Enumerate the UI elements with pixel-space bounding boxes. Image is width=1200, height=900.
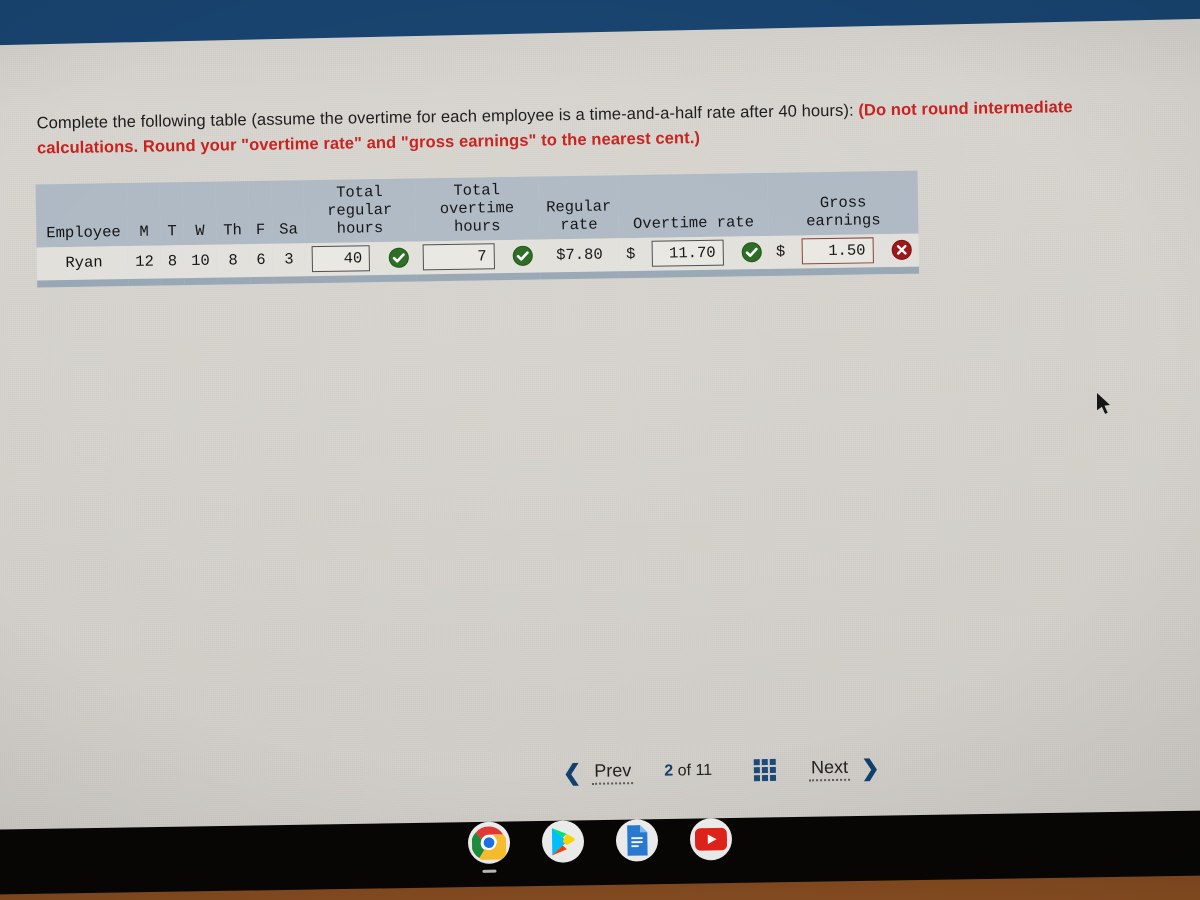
col-header-friday: F [248, 180, 273, 245]
page-content: Complete the following table (assume the… [34, 51, 1200, 870]
total-regular-hours-input[interactable]: 40 [312, 245, 371, 273]
col-header-wednesday: W [182, 181, 217, 246]
cell-employee-name: Ryan [36, 245, 129, 284]
chevron-left-icon: ❮ [562, 759, 582, 786]
cell-total-overtime-hours: 7 [415, 239, 541, 278]
play-store-icon[interactable] [541, 820, 585, 863]
prompt-black-text: Complete the following table (assume the… [36, 101, 854, 133]
question-prompt: Complete the following table (assume the… [36, 94, 1142, 162]
question-pager: ❮ Prev 2 of 11 Next ❯ [562, 755, 880, 786]
cell-overtime-rate: $ 11.70 [618, 235, 770, 275]
youtube-icon[interactable] [689, 817, 733, 861]
question-counter: 2 of 11 [664, 762, 712, 781]
overtime-rate-currency-symbol: $ [625, 244, 636, 264]
col-header-tuesday: T [159, 182, 184, 246]
overtime-rate-input[interactable]: 11.70 [651, 239, 724, 267]
cell-tuesday-hours: 8 [160, 245, 185, 282]
col-header-monday: M [127, 182, 161, 246]
cell-gross-earnings: $ 1.50 [768, 233, 920, 273]
cell-friday-hours: 6 [249, 243, 274, 281]
chrome-running-indicator [482, 869, 497, 873]
question-counter-of: of [677, 762, 692, 780]
next-question-button[interactable]: Next [808, 756, 851, 782]
col-header-total-overtime-hours: Total overtime hours [414, 176, 540, 242]
question-counter-current: 2 [664, 762, 674, 780]
total-overtime-hours-input[interactable]: 7 [422, 243, 495, 271]
cell-wednesday-hours: 10 [183, 244, 218, 282]
col-header-gross-earnings: Gross earnings [767, 170, 919, 236]
col-header-thursday: Th [215, 181, 250, 245]
photographed-screen-scene: does not indicat Complete the following … [0, 0, 1200, 900]
cell-saturday-hours: 3 [272, 243, 306, 281]
col-header-regular-rate: Regular rate [538, 175, 619, 240]
chevron-right-icon: ❯ [860, 755, 880, 781]
payroll-table: Employee M T W Th F Sa Total regular hou… [35, 170, 920, 288]
col-header-saturday: Sa [271, 180, 306, 244]
gross-earnings-input[interactable]: 1.50 [801, 237, 874, 265]
google-docs-icon[interactable] [615, 819, 659, 862]
cell-regular-rate: $7.80 [539, 238, 620, 276]
question-counter-total: 11 [695, 761, 713, 780]
cell-monday-hours: 12 [127, 245, 162, 283]
payroll-table-container: Employee M T W Th F Sa Total regular hou… [35, 169, 1037, 288]
overtime-rate-correct-icon [741, 241, 763, 263]
cell-thursday-hours: 8 [216, 244, 250, 282]
col-header-employee: Employee [35, 183, 128, 248]
cell-total-regular-hours: 40 [305, 241, 416, 280]
prev-question-button[interactable]: Prev [592, 760, 634, 785]
grid-3x3-icon[interactable] [753, 758, 777, 782]
total-overtime-hours-correct-icon [512, 245, 534, 266]
mouse-pointer [1096, 392, 1114, 423]
col-header-total-regular-hours: Total regular hours [304, 178, 416, 244]
chrome-icon[interactable] [467, 821, 511, 873]
gross-earnings-currency-symbol: $ [775, 242, 786, 261]
total-regular-hours-correct-icon [388, 247, 409, 268]
gross-earnings-incorrect-icon [891, 239, 912, 260]
col-header-overtime-rate: Overtime rate [617, 172, 769, 239]
